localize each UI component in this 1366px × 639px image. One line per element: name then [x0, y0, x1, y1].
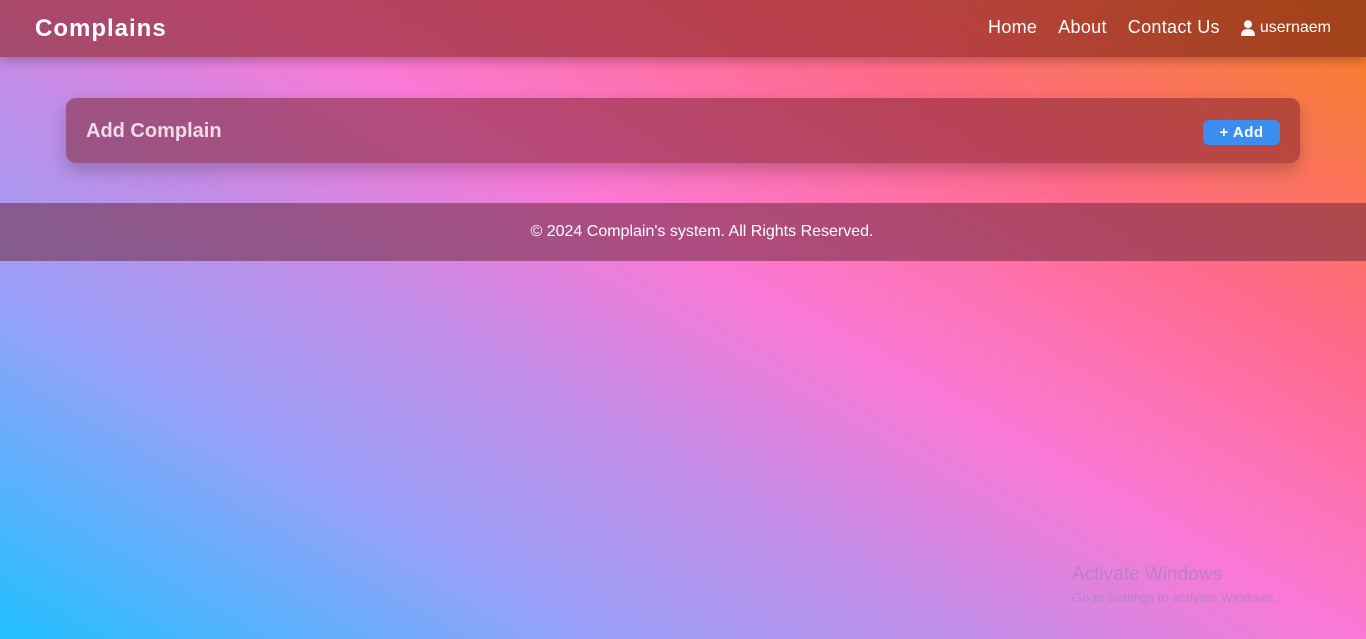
user-icon [1240, 19, 1255, 36]
panel-title: Add Complain [86, 120, 222, 142]
nav-link-about[interactable]: About [1058, 17, 1107, 38]
add-complain-panel: Add Complain + Add [66, 98, 1300, 163]
footer: © 2024 Complain's system. All Rights Res… [0, 203, 1366, 261]
nav-link-contact-us[interactable]: Contact Us [1128, 17, 1220, 38]
nav-links: Home About Contact Us usernaem [988, 17, 1331, 38]
user-menu[interactable]: usernaem [1240, 18, 1331, 37]
activate-windows-watermark: Activate Windows Go to Settings to activ… [1072, 564, 1277, 605]
watermark-title: Activate Windows [1072, 564, 1222, 585]
navbar: Complains Home About Contact Us usernaem [0, 0, 1366, 57]
username-label: usernaem [1259, 18, 1331, 36]
nav-link-home[interactable]: Home [988, 17, 1037, 38]
brand-title[interactable]: Complains [35, 15, 167, 43]
watermark-subtitle: Go to Settings to activate Windows. [1072, 590, 1278, 605]
add-button[interactable]: + Add [1203, 120, 1280, 145]
footer-copyright: © 2024 Complain's system. All Rights Res… [530, 223, 874, 240]
